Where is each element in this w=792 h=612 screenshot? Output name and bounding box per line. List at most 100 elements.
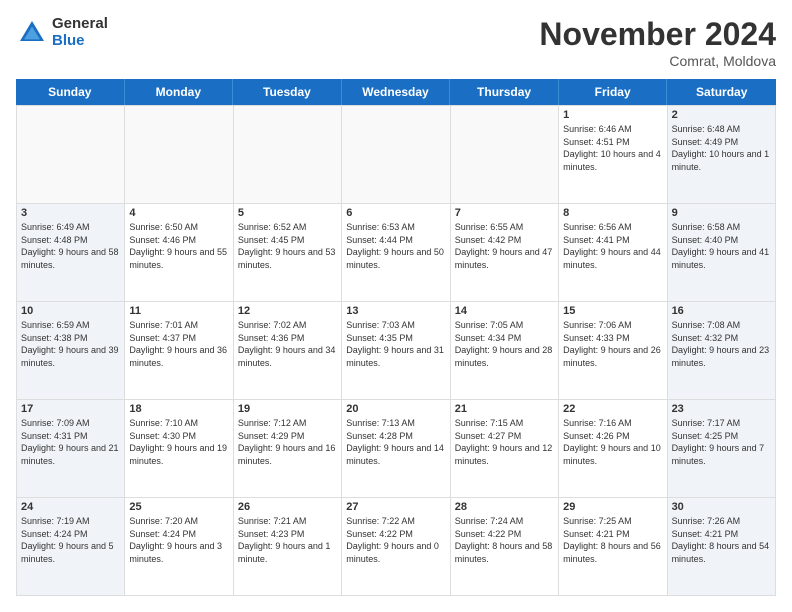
cal-cell: 13 Sunrise: 7:03 AM Sunset: 4:35 PM Dayli… xyxy=(342,302,450,400)
day-info: Sunrise: 6:53 AM Sunset: 4:44 PM Dayligh… xyxy=(346,221,445,271)
day-number: 25 xyxy=(129,501,228,513)
day-info: Sunrise: 6:56 AM Sunset: 4:41 PM Dayligh… xyxy=(563,221,662,271)
day-number: 16 xyxy=(672,305,771,317)
cal-cell: 29 Sunrise: 7:25 AM Sunset: 4:21 PM Dayli… xyxy=(559,498,667,596)
cal-cell: 12 Sunrise: 7:02 AM Sunset: 4:36 PM Dayli… xyxy=(234,302,342,400)
cal-cell: 21 Sunrise: 7:15 AM Sunset: 4:27 PM Dayli… xyxy=(451,400,559,498)
day-number: 12 xyxy=(238,305,337,317)
header-day-wednesday: Wednesday xyxy=(342,79,451,105)
day-info: Sunrise: 7:19 AM Sunset: 4:24 PM Dayligh… xyxy=(21,515,120,565)
cal-cell: 17Sunrise: 7:09 AM Sunset: 4:31 PM Dayli… xyxy=(17,400,125,498)
header-day-monday: Monday xyxy=(125,79,234,105)
cal-cell: 22 Sunrise: 7:16 AM Sunset: 4:26 PM Dayli… xyxy=(559,400,667,498)
title-section: November 2024 Comrat, Moldova xyxy=(539,16,776,69)
cal-cell: 19 Sunrise: 7:12 AM Sunset: 4:29 PM Dayli… xyxy=(234,400,342,498)
location: Comrat, Moldova xyxy=(539,53,776,69)
day-info: Sunrise: 6:46 AM Sunset: 4:51 PM Dayligh… xyxy=(563,123,662,173)
day-number: 11 xyxy=(129,305,228,317)
logo-general: General xyxy=(52,16,108,33)
day-info: Sunrise: 6:50 AM Sunset: 4:46 PM Dayligh… xyxy=(129,221,228,271)
header-day-sunday: Sunday xyxy=(16,79,125,105)
cal-cell: 4 Sunrise: 6:50 AM Sunset: 4:46 PM Daylig… xyxy=(125,204,233,302)
day-number: 21 xyxy=(455,403,554,415)
cal-cell xyxy=(17,106,125,204)
header-day-friday: Friday xyxy=(559,79,668,105)
logo-text: General Blue xyxy=(52,16,108,49)
day-info: Sunrise: 7:03 AM Sunset: 4:35 PM Dayligh… xyxy=(346,319,445,369)
day-info: Sunrise: 7:12 AM Sunset: 4:29 PM Dayligh… xyxy=(238,417,337,467)
day-number: 17 xyxy=(21,403,120,415)
cal-cell: 2Sunrise: 6:48 AM Sunset: 4:49 PM Daylig… xyxy=(668,106,776,204)
cal-cell: 3 Sunrise: 6:49 AM Sunset: 4:48 PM Daylig… xyxy=(17,204,125,302)
day-number: 14 xyxy=(455,305,554,317)
day-number: 23 xyxy=(672,403,771,415)
day-info: Sunrise: 7:02 AM Sunset: 4:36 PM Dayligh… xyxy=(238,319,337,369)
cal-cell: 6 Sunrise: 6:53 AM Sunset: 4:44 PM Daylig… xyxy=(342,204,450,302)
cal-cell: 28 Sunrise: 7:24 AM Sunset: 4:22 PM Dayli… xyxy=(451,498,559,596)
day-info: Sunrise: 6:55 AM Sunset: 4:42 PM Dayligh… xyxy=(455,221,554,271)
day-number: 9 xyxy=(672,207,771,219)
cal-cell: 8 Sunrise: 6:56 AM Sunset: 4:41 PM Daylig… xyxy=(559,204,667,302)
day-info: Sunrise: 7:26 AM Sunset: 4:21 PM Dayligh… xyxy=(672,515,771,565)
day-number: 20 xyxy=(346,403,445,415)
cal-cell: 5Sunrise: 6:52 AM Sunset: 4:45 PM Daylig… xyxy=(234,204,342,302)
day-number: 19 xyxy=(238,403,337,415)
day-info: Sunrise: 7:17 AM Sunset: 4:25 PM Dayligh… xyxy=(672,417,771,467)
day-number: 18 xyxy=(129,403,228,415)
header-day-tuesday: Tuesday xyxy=(233,79,342,105)
day-info: Sunrise: 7:01 AM Sunset: 4:37 PM Dayligh… xyxy=(129,319,228,369)
day-number: 29 xyxy=(563,501,662,513)
day-number: 3 xyxy=(21,207,120,219)
cal-cell: 11 Sunrise: 7:01 AM Sunset: 4:37 PM Dayli… xyxy=(125,302,233,400)
month-title: November 2024 xyxy=(539,16,776,53)
cal-cell: 16 Sunrise: 7:08 AM Sunset: 4:32 PM Dayli… xyxy=(668,302,776,400)
day-info: Sunrise: 7:08 AM Sunset: 4:32 PM Dayligh… xyxy=(672,319,771,369)
cal-cell: 10Sunrise: 6:59 AM Sunset: 4:38 PM Dayli… xyxy=(17,302,125,400)
cal-cell: 18 Sunrise: 7:10 AM Sunset: 4:30 PM Dayli… xyxy=(125,400,233,498)
cal-cell: 23 Sunrise: 7:17 AM Sunset: 4:25 PM Dayli… xyxy=(668,400,776,498)
header-day-saturday: Saturday xyxy=(667,79,776,105)
cal-cell: 7 Sunrise: 6:55 AM Sunset: 4:42 PM Daylig… xyxy=(451,204,559,302)
cal-cell: 9Sunrise: 6:58 AM Sunset: 4:40 PM Daylig… xyxy=(668,204,776,302)
day-number: 4 xyxy=(129,207,228,219)
day-number: 28 xyxy=(455,501,554,513)
cal-cell: 26Sunrise: 7:21 AM Sunset: 4:23 PM Dayli… xyxy=(234,498,342,596)
day-number: 22 xyxy=(563,403,662,415)
day-info: Sunrise: 7:16 AM Sunset: 4:26 PM Dayligh… xyxy=(563,417,662,467)
day-info: Sunrise: 7:25 AM Sunset: 4:21 PM Dayligh… xyxy=(563,515,662,565)
day-info: Sunrise: 7:22 AM Sunset: 4:22 PM Dayligh… xyxy=(346,515,445,565)
day-info: Sunrise: 6:49 AM Sunset: 4:48 PM Dayligh… xyxy=(21,221,120,271)
header-day-thursday: Thursday xyxy=(450,79,559,105)
day-info: Sunrise: 7:24 AM Sunset: 4:22 PM Dayligh… xyxy=(455,515,554,565)
logo-blue: Blue xyxy=(52,33,108,50)
cal-cell xyxy=(451,106,559,204)
day-number: 30 xyxy=(672,501,771,513)
day-number: 15 xyxy=(563,305,662,317)
day-info: Sunrise: 7:13 AM Sunset: 4:28 PM Dayligh… xyxy=(346,417,445,467)
day-info: Sunrise: 6:59 AM Sunset: 4:38 PM Dayligh… xyxy=(21,319,120,369)
cal-cell: 30 Sunrise: 7:26 AM Sunset: 4:21 PM Dayli… xyxy=(668,498,776,596)
header: General Blue November 2024 Comrat, Moldo… xyxy=(16,16,776,69)
day-info: Sunrise: 7:15 AM Sunset: 4:27 PM Dayligh… xyxy=(455,417,554,467)
day-number: 8 xyxy=(563,207,662,219)
cal-cell xyxy=(342,106,450,204)
day-number: 13 xyxy=(346,305,445,317)
calendar-header: SundayMondayTuesdayWednesdayThursdayFrid… xyxy=(16,79,776,105)
day-info: Sunrise: 7:05 AM Sunset: 4:34 PM Dayligh… xyxy=(455,319,554,369)
day-number: 5 xyxy=(238,207,337,219)
logo: General Blue xyxy=(16,16,108,49)
cal-cell xyxy=(125,106,233,204)
cal-cell: 15 Sunrise: 7:06 AM Sunset: 4:33 PM Dayli… xyxy=(559,302,667,400)
day-info: Sunrise: 7:21 AM Sunset: 4:23 PM Dayligh… xyxy=(238,515,337,565)
cal-cell: 14 Sunrise: 7:05 AM Sunset: 4:34 PM Dayli… xyxy=(451,302,559,400)
calendar: SundayMondayTuesdayWednesdayThursdayFrid… xyxy=(16,79,776,596)
day-number: 1 xyxy=(563,109,662,121)
day-number: 7 xyxy=(455,207,554,219)
day-info: Sunrise: 7:06 AM Sunset: 4:33 PM Dayligh… xyxy=(563,319,662,369)
day-number: 6 xyxy=(346,207,445,219)
calendar-body: 1 Sunrise: 6:46 AM Sunset: 4:51 PM Daylig… xyxy=(16,105,776,596)
day-info: Sunrise: 7:10 AM Sunset: 4:30 PM Dayligh… xyxy=(129,417,228,467)
cal-cell: 27Sunrise: 7:22 AM Sunset: 4:22 PM Dayli… xyxy=(342,498,450,596)
day-number: 24 xyxy=(21,501,120,513)
cal-cell: 24 Sunrise: 7:19 AM Sunset: 4:24 PM Dayli… xyxy=(17,498,125,596)
